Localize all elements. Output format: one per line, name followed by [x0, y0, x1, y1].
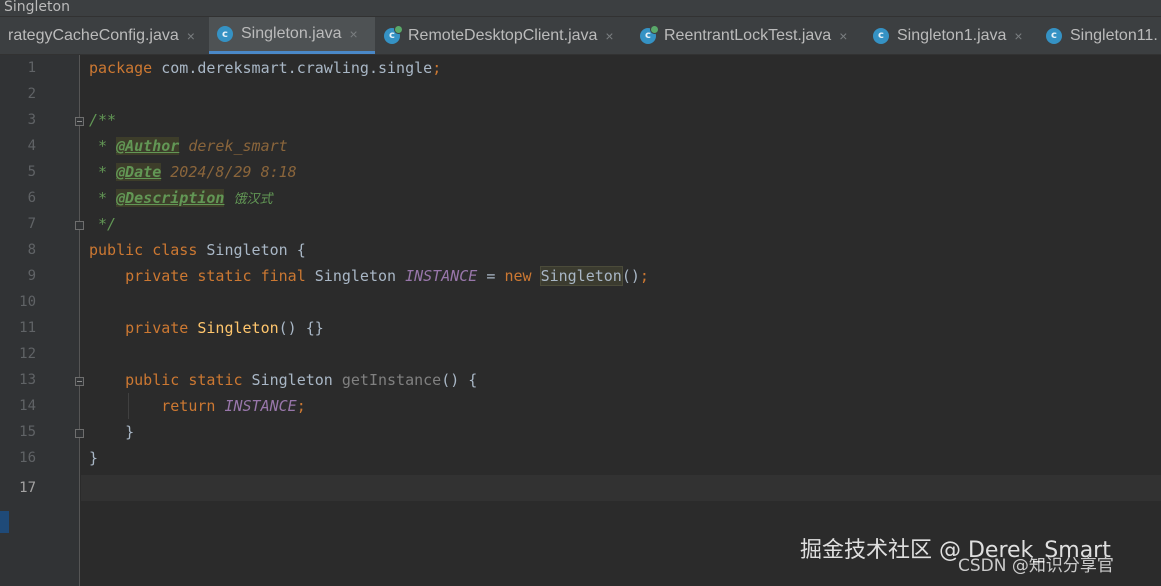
code-editor[interactable]: package com.dereksmart.crawling.single; …: [81, 55, 1161, 586]
code-line-9: private static final Singleton INSTANCE …: [125, 266, 649, 286]
code-line-6: * @Description 饿汉式: [89, 189, 273, 207]
code-line-14: return INSTANCE;: [161, 397, 306, 415]
java-class-icon: c: [873, 27, 889, 44]
close-icon[interactable]: ×: [839, 28, 847, 44]
editor-tab-bar: rategyCacheConfig.java × c Singleton.jav…: [0, 17, 1161, 55]
line-number: 5: [27, 164, 36, 180]
line-number: 3: [27, 112, 36, 128]
close-icon[interactable]: ×: [605, 28, 613, 44]
code-line-8: public class Singleton {: [89, 241, 306, 259]
tab-strategy-cache-config[interactable]: rategyCacheConfig.java ×: [8, 17, 195, 54]
tab-label: Singleton11.: [1070, 26, 1158, 44]
code-line-5: * @Date 2024/8/29 8:18: [89, 163, 297, 181]
window-title: Singleton: [0, 0, 1161, 17]
code-line-3: /**: [89, 111, 117, 129]
line-number: 10: [19, 294, 36, 310]
line-number: 15: [19, 424, 36, 440]
line-number: 4: [27, 138, 36, 154]
code-line-1: package com.dereksmart.crawling.single;: [89, 59, 442, 77]
java-class-modified-icon: c: [640, 24, 659, 44]
java-class-icon: c: [1046, 27, 1062, 44]
code-line-13: public static Singleton getInstance() {: [125, 371, 478, 389]
tab-reentrant-lock-test[interactable]: c ReentrantLockTest.java ×: [640, 17, 847, 54]
line-number: 16: [19, 450, 36, 466]
line-number: 1: [27, 60, 36, 76]
java-class-icon: c: [217, 26, 233, 42]
tab-singleton1[interactable]: c Singleton1.java ×: [873, 17, 1023, 54]
code-line-4: * @Author derek_smart: [89, 137, 288, 155]
line-number: 14: [19, 398, 36, 414]
watermark-csdn: CSDN @知识分享官: [958, 556, 1114, 576]
code-line-16: }: [89, 449, 99, 467]
line-number: 12: [19, 346, 36, 362]
tab-remote-desktop-client[interactable]: c RemoteDesktopClient.java ×: [384, 17, 614, 54]
code-line-11: private Singleton() {}: [125, 319, 324, 337]
tab-label: Singleton.java: [241, 25, 342, 42]
current-line-highlight: [81, 475, 1161, 501]
tab-singleton[interactable]: c Singleton.java ×: [209, 17, 375, 54]
line-number: 8: [27, 242, 36, 258]
close-icon[interactable]: ×: [187, 28, 195, 44]
line-number: 13: [19, 372, 36, 388]
tab-singleton11[interactable]: c Singleton11.: [1046, 17, 1158, 54]
tab-label: rategyCacheConfig.java: [8, 26, 179, 44]
java-class-modified-icon: c: [384, 24, 403, 44]
line-number: 11: [19, 320, 36, 336]
line-number: 2: [27, 86, 36, 102]
tab-label: ReentrantLockTest.java: [664, 26, 832, 44]
tab-label: RemoteDesktopClient.java: [408, 26, 598, 44]
close-icon[interactable]: ×: [1014, 28, 1022, 44]
line-number: 7: [27, 216, 36, 232]
code-line-15: }: [89, 423, 135, 441]
tab-label: Singleton1.java: [897, 26, 1007, 44]
line-number-gutter[interactable]: 1 2 3 4 5 6 7 8 9 10 11 12 13 14 15 16 1…: [0, 55, 84, 586]
line-number-current: 17: [19, 480, 36, 496]
code-line-7: */: [89, 215, 117, 233]
line-number: 9: [27, 268, 36, 284]
bookmark-marker: [0, 511, 9, 533]
close-icon[interactable]: ×: [350, 26, 358, 42]
line-number: 6: [27, 190, 36, 206]
